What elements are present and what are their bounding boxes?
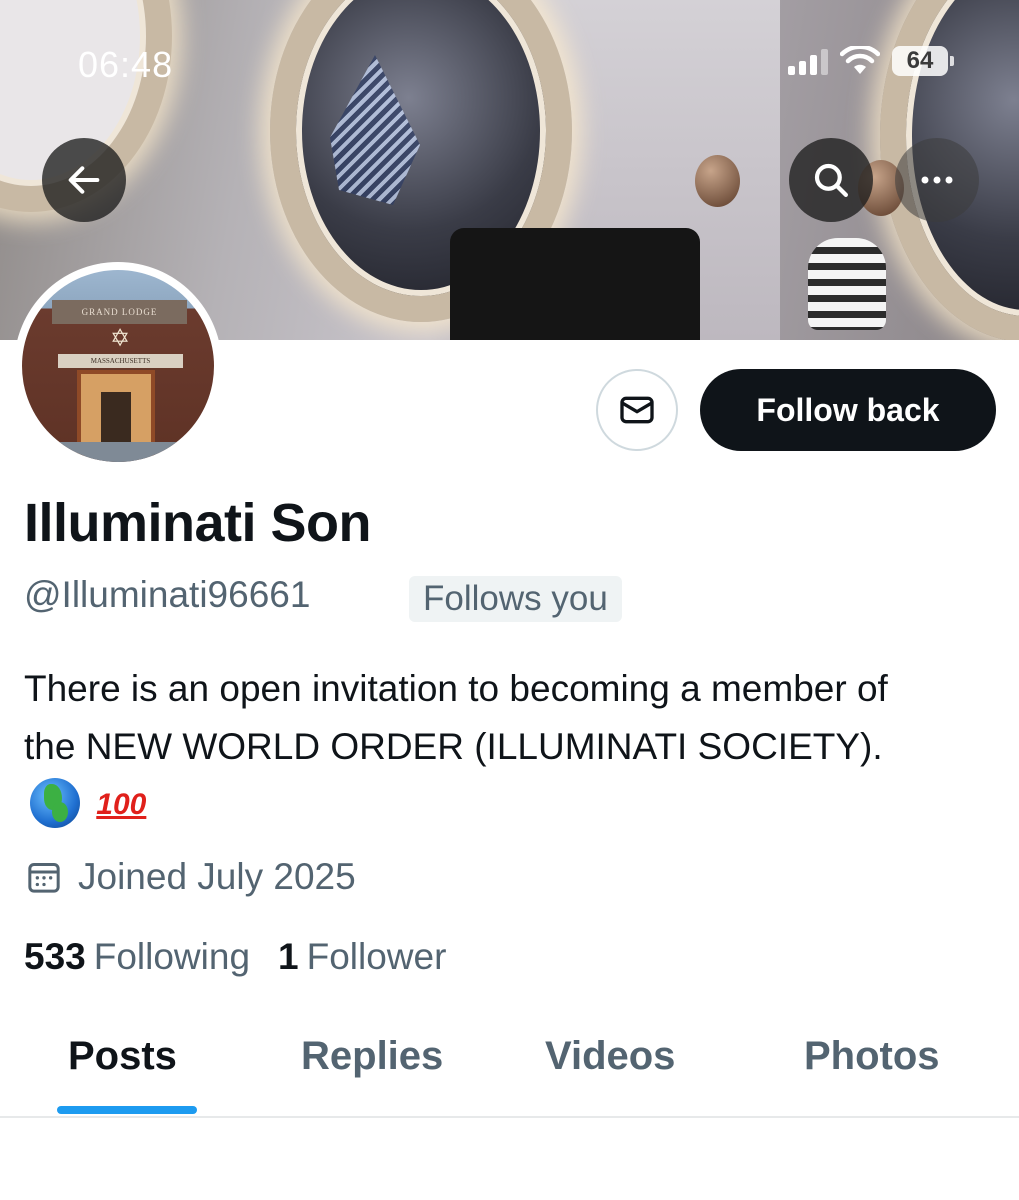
square-compass-icon: ✡: [109, 325, 131, 352]
avatar[interactable]: GRAND LODGE ✡ MASSACHUSETTS: [14, 262, 222, 470]
user-handle: @Illuminati96661: [24, 574, 311, 615]
tab-videos[interactable]: Videos: [545, 1034, 675, 1079]
search-button[interactable]: [789, 138, 873, 222]
globe-emoji-icon: [30, 778, 80, 828]
bio: There is an open invitation to becoming …: [24, 660, 924, 835]
more-icon: [921, 176, 953, 184]
followers-count: 1: [278, 936, 299, 977]
more-options-button[interactable]: [895, 138, 979, 222]
following-count: 533: [24, 936, 86, 977]
active-tab-indicator: [57, 1106, 197, 1114]
avatar-ground: [22, 442, 214, 462]
follow-counts: 533 Following 1 Follower: [24, 936, 446, 978]
joined-text: Joined July 2025: [78, 856, 356, 897]
tab-posts[interactable]: Posts: [68, 1034, 177, 1079]
banner-ornament: [695, 155, 740, 207]
tab-photos[interactable]: Photos: [804, 1034, 940, 1079]
banner-couch: [450, 228, 700, 340]
arrow-left-icon: [68, 166, 100, 194]
followers-label: Follower: [306, 936, 447, 977]
calendar-icon: [28, 863, 60, 893]
battery-icon: 64: [892, 46, 954, 76]
hundred-points-emoji-icon: 100: [96, 788, 147, 821]
wifi-icon: [840, 46, 880, 74]
joined-date: Joined July 2025: [24, 856, 356, 898]
message-button[interactable]: [596, 369, 678, 451]
cellular-signal-icon: [788, 47, 828, 75]
battery-level: 64: [906, 47, 934, 74]
follow-back-button[interactable]: Follow back: [700, 369, 996, 451]
followers-link[interactable]: 1 Follower: [278, 936, 446, 978]
bio-text: There is an open invitation to becoming …: [24, 668, 888, 767]
back-button[interactable]: [42, 138, 126, 222]
following-link[interactable]: 533 Following: [24, 936, 250, 978]
follows-you-badge: Follows you: [409, 576, 622, 622]
avatar-sign-lower: MASSACHUSETTS: [58, 354, 183, 368]
avatar-sign: GRAND LODGE: [52, 300, 187, 324]
tab-replies[interactable]: Replies: [301, 1034, 443, 1079]
display-name: Illuminati Son: [24, 493, 372, 553]
status-icons: 64: [788, 46, 954, 76]
profile-tabs: Posts Replies Videos Photos: [0, 1010, 1019, 1118]
banner-sculpture: [808, 238, 886, 330]
status-time: 06:48: [78, 44, 174, 85]
search-icon: [814, 163, 848, 197]
following-label: Following: [93, 936, 251, 977]
envelope-icon: [620, 396, 654, 424]
avatar-image: GRAND LODGE ✡ MASSACHUSETTS: [22, 270, 214, 462]
